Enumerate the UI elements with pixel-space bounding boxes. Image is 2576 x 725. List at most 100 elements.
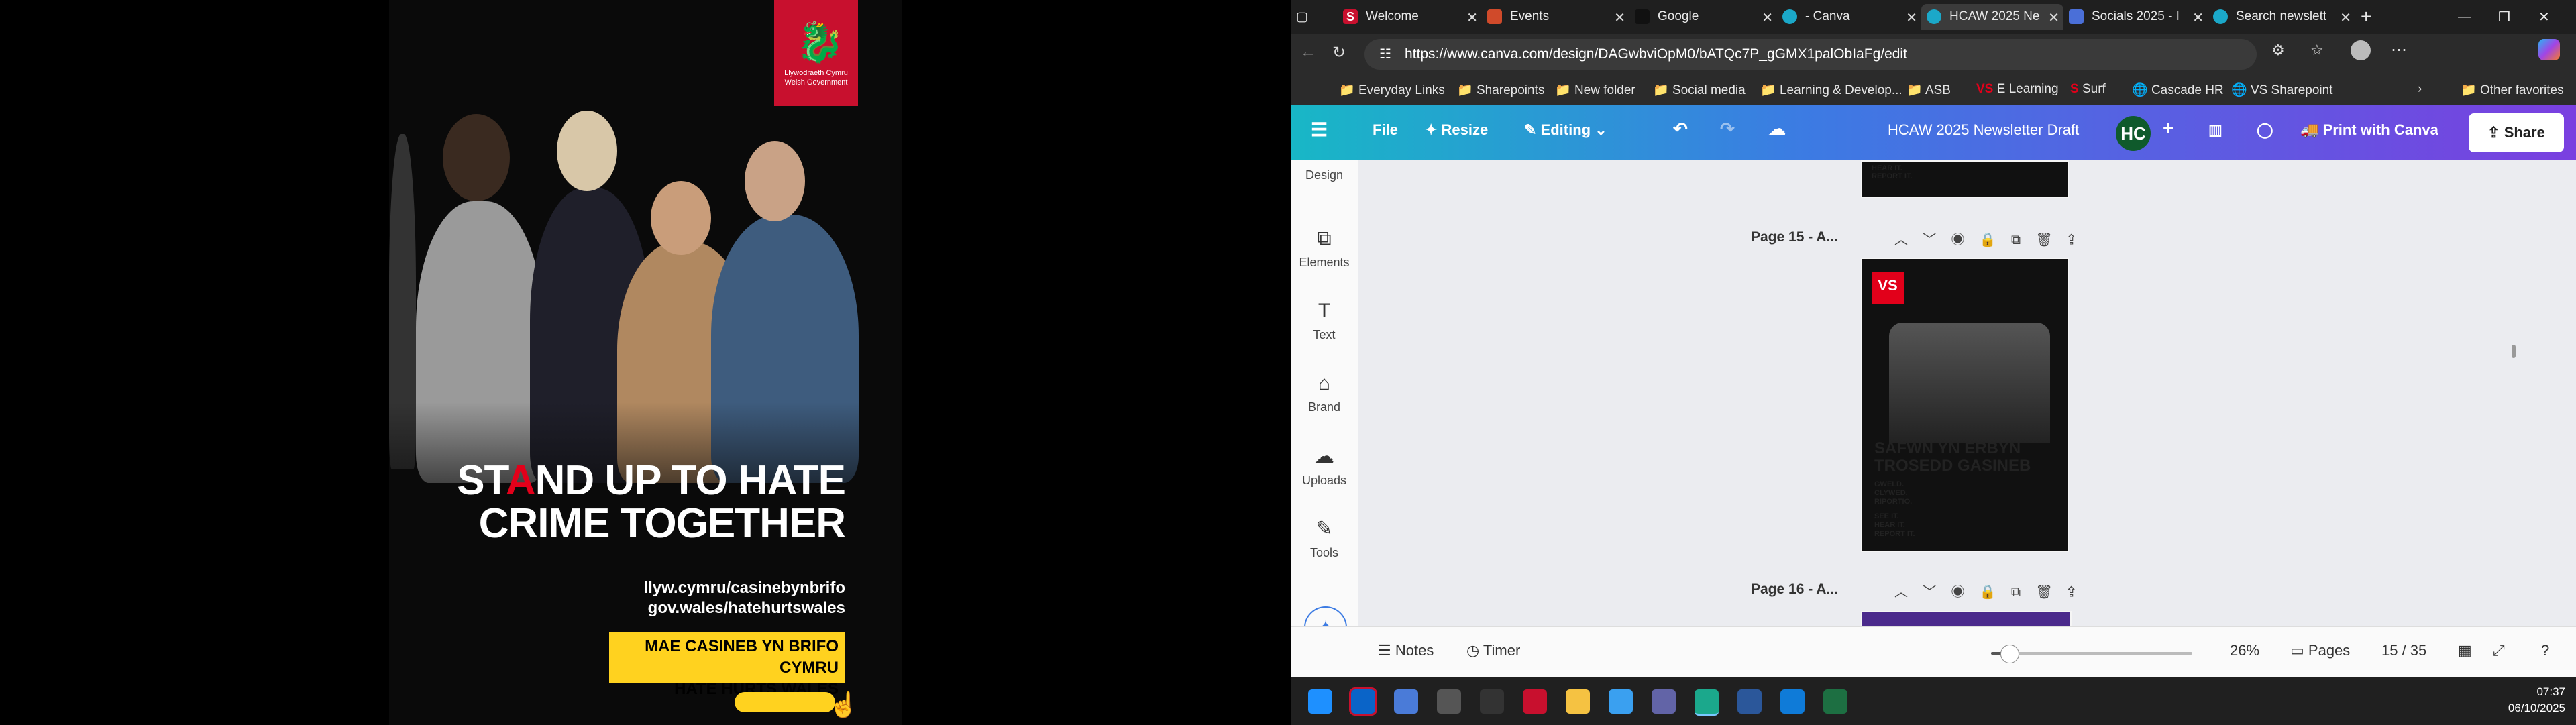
bookmark-asb[interactable]: 📁 ASB bbox=[1907, 82, 1951, 98]
bookmark-vs-sharepoint[interactable]: 🌐 VS Sharepoint bbox=[2231, 82, 2332, 98]
bookmark-learning[interactable]: 📁 Learning & Develop... bbox=[1760, 82, 1902, 98]
zoom-slider-handle[interactable] bbox=[2000, 645, 2019, 663]
notes-button[interactable]: ☰ Notes bbox=[1378, 642, 1434, 659]
edge-icon[interactable] bbox=[1695, 689, 1719, 716]
bookmark-new-folder[interactable]: 📁 New folder bbox=[1555, 82, 1635, 98]
sidebar-item-elements[interactable]: ⧉ Elements bbox=[1291, 227, 1358, 270]
file-explorer-icon[interactable] bbox=[1566, 689, 1590, 714]
restore-icon[interactable]: ❐ bbox=[2498, 4, 2510, 30]
tab-hcaw-newsletter[interactable]: HCAW 2025 Ne ✕ bbox=[1921, 4, 2063, 30]
redo-icon[interactable]: ↷ bbox=[1720, 119, 1735, 140]
user-avatar[interactable]: HC bbox=[2116, 116, 2151, 151]
print-with-canva-button[interactable]: 🚚 Print with Canva bbox=[2300, 121, 2438, 139]
zoom-percentage[interactable]: 26% bbox=[2230, 642, 2259, 659]
tab-welcome[interactable]: S Welcome ✕ bbox=[1338, 4, 1482, 30]
start-icon[interactable] bbox=[1308, 689, 1332, 714]
hide-icon[interactable]: ◉ bbox=[1951, 233, 1964, 247]
window-close-icon[interactable]: ✕ bbox=[2538, 4, 2550, 30]
close-icon[interactable]: ✕ bbox=[1906, 9, 1917, 26]
sidebar-item-design[interactable]: Design bbox=[1291, 168, 1358, 182]
page-16-title[interactable]: Page 16 - A... bbox=[1751, 581, 1838, 598]
system-clock[interactable]: 07:37 06/10/2025 bbox=[2491, 684, 2565, 716]
favorites-icon[interactable]: ☆ bbox=[2310, 42, 2324, 59]
vertical-scrollbar[interactable] bbox=[2512, 345, 2516, 358]
store-icon[interactable] bbox=[1394, 689, 1418, 714]
page-14-thumbnail[interactable]: HEAR IT. REPORT IT. bbox=[1861, 160, 2069, 198]
edge-alt-icon[interactable] bbox=[1780, 689, 1805, 714]
move-up-icon[interactable]: ︿ bbox=[1894, 585, 1908, 600]
grid-view-icon[interactable]: ▦ bbox=[2458, 642, 2472, 659]
comments-icon[interactable]: ◯ bbox=[2257, 121, 2273, 139]
close-icon[interactable]: ✕ bbox=[2192, 9, 2204, 26]
tab-google[interactable]: Google ✕ bbox=[1629, 4, 1777, 30]
delete-icon[interactable]: 🗑 bbox=[2035, 585, 2052, 600]
lock-icon[interactable]: 🔒 bbox=[1980, 585, 1996, 600]
add-collaborator-icon[interactable]: + bbox=[2163, 117, 2174, 139]
sidebar-item-tools[interactable]: ✎ Tools bbox=[1291, 517, 1358, 560]
bookmark-everyday-links[interactable]: 📁 Everyday Links bbox=[1339, 82, 1445, 98]
word-icon[interactable] bbox=[1737, 689, 1762, 714]
bookmarks-overflow-icon[interactable]: › bbox=[2418, 82, 2422, 97]
new-tab-button[interactable]: + bbox=[2361, 4, 2371, 30]
bookmark-sharepoints[interactable]: 📁 Sharepoints bbox=[1457, 82, 1544, 98]
bookmark-surf[interactable]: S Surf bbox=[2070, 82, 2106, 97]
outlook-icon[interactable] bbox=[1349, 687, 1377, 716]
back-icon[interactable]: ← bbox=[1300, 43, 1316, 62]
bookmark-other-favorites[interactable]: 📁 Other favorites bbox=[2461, 82, 2564, 98]
app-icon[interactable] bbox=[1480, 689, 1504, 714]
calendar-icon[interactable] bbox=[1523, 689, 1547, 714]
move-up-icon[interactable]: ︿ bbox=[1894, 233, 1908, 247]
design-title[interactable]: HCAW 2025 Newsletter Draft bbox=[1888, 121, 2079, 139]
teams-icon[interactable] bbox=[1652, 689, 1676, 714]
site-info-icon[interactable]: ☷ bbox=[1379, 39, 1391, 70]
profile-avatar[interactable] bbox=[2351, 40, 2371, 60]
sidebar-item-text[interactable]: T Text bbox=[1291, 300, 1358, 342]
close-icon[interactable]: ✕ bbox=[1762, 9, 1773, 26]
more-menu-icon[interactable]: ⋯ bbox=[2391, 40, 2407, 60]
bookmark-cascade-hr[interactable]: 🌐 Cascade HR bbox=[2132, 82, 2224, 98]
excel-icon[interactable] bbox=[1823, 689, 1847, 714]
minimize-icon[interactable]: — bbox=[2458, 4, 2471, 30]
sidebar-item-uploads[interactable]: ☁ Uploads bbox=[1291, 445, 1358, 488]
delete-icon[interactable]: 🗑 bbox=[2035, 233, 2052, 247]
close-icon[interactable]: ✕ bbox=[1466, 9, 1478, 26]
lock-icon[interactable]: 🔒 bbox=[1980, 233, 1996, 247]
snip-tool-icon[interactable] bbox=[1437, 689, 1461, 714]
copilot-icon[interactable] bbox=[2538, 39, 2560, 60]
url-field[interactable]: ☷ https://www.canva.com/design/DAGwbviOp… bbox=[1364, 39, 2257, 70]
bookmark-e-learning[interactable]: VS E Learning bbox=[1976, 82, 2059, 97]
close-icon[interactable]: ✕ bbox=[1614, 9, 1625, 26]
zoom-slider[interactable] bbox=[1991, 645, 2192, 663]
undo-icon[interactable]: ↶ bbox=[1673, 119, 1688, 140]
hide-icon[interactable]: ◉ bbox=[1951, 585, 1964, 600]
tab-events[interactable]: Events ✕ bbox=[1482, 4, 1629, 30]
file-menu-button[interactable]: File bbox=[1373, 121, 1398, 139]
main-menu-icon[interactable]: ☰ bbox=[1311, 119, 1328, 141]
pages-button[interactable]: ▭ Pages bbox=[2290, 642, 2350, 659]
move-down-icon[interactable]: ﹀ bbox=[1923, 233, 1936, 247]
share-button[interactable]: ⇪ Share bbox=[2469, 113, 2564, 152]
close-icon[interactable]: ✕ bbox=[2340, 9, 2351, 26]
copilot-taskbar-icon[interactable] bbox=[1609, 689, 1633, 714]
close-icon[interactable]: ✕ bbox=[2048, 9, 2059, 26]
resize-button[interactable]: ✦ Resize bbox=[1425, 121, 1488, 139]
duplicate-icon[interactable]: ⧉ bbox=[2011, 585, 2021, 600]
insights-icon[interactable]: ▥ bbox=[2208, 121, 2222, 139]
timer-button[interactable]: ◷ Timer bbox=[1466, 642, 1520, 659]
duplicate-icon[interactable]: ⧉ bbox=[2011, 233, 2021, 247]
bookmark-social-media[interactable]: 📁 Social media bbox=[1653, 82, 1746, 98]
share-page-icon[interactable]: ⇪ bbox=[2068, 585, 2075, 600]
editing-mode-button[interactable]: ✎ Editing ⌄ bbox=[1524, 121, 1607, 139]
page-15-title[interactable]: Page 15 - A... bbox=[1751, 229, 1838, 245]
cloud-save-icon[interactable]: ☁ bbox=[1768, 119, 1786, 140]
help-icon[interactable]: ? bbox=[2541, 642, 2549, 659]
share-page-icon[interactable]: ⇪ bbox=[2068, 233, 2075, 247]
tab-search-newsletter[interactable]: Search newslett ✕ bbox=[2208, 4, 2355, 30]
refresh-icon[interactable]: ↻ bbox=[1332, 43, 1346, 62]
tab-socials[interactable]: Socials 2025 - I ✕ bbox=[2063, 4, 2208, 30]
sidebar-item-brand[interactable]: ⌂ Brand bbox=[1291, 372, 1358, 414]
tab-canva[interactable]: - Canva ✕ bbox=[1777, 4, 1921, 30]
page-15-thumbnail[interactable]: VS SAFWN YN ERBYN TROSEDD GASINEB GWELD.… bbox=[1861, 258, 2069, 552]
fullscreen-icon[interactable]: ⤢ bbox=[2493, 642, 2505, 659]
extensions-icon[interactable]: ⚙ bbox=[2271, 42, 2285, 59]
